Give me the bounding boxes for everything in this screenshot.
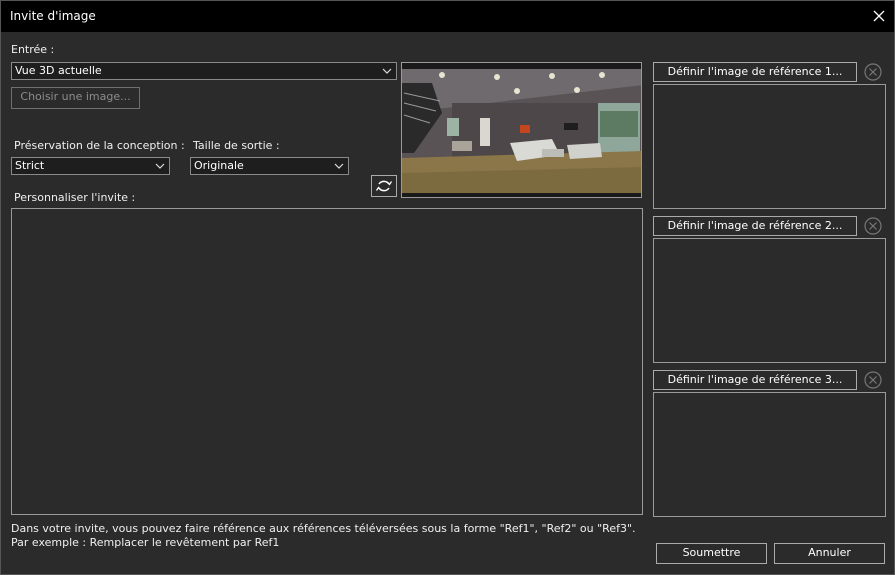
prompt-label: Personnaliser l'invite : [14, 191, 136, 204]
3d-room-preview [402, 63, 641, 197]
submit-button[interactable]: Soumettre [656, 543, 767, 564]
input-label: Entrée : [11, 43, 55, 56]
clear-circle-icon [864, 217, 882, 235]
clear-circle-icon [864, 63, 882, 81]
choose-image-button[interactable]: Choisir une image... [11, 87, 140, 109]
hint-line-2: Par exemple : Remplacer le revêtement pa… [11, 536, 280, 549]
window-title: Invite d'image [10, 9, 96, 23]
input-source-select[interactable]: Vue 3D actuelle [11, 62, 397, 80]
clear-reference-3-button[interactable] [863, 370, 883, 390]
chevron-down-icon [382, 68, 392, 74]
reference-1-image-box [653, 84, 886, 209]
output-size-value: Originale [194, 159, 244, 172]
chevron-down-icon [334, 163, 344, 169]
cancel-button[interactable]: Annuler [774, 543, 885, 564]
set-reference-3-button[interactable]: Définir l'image de référence 3... [653, 370, 857, 390]
image-prompt-dialog: Invite d'image Entrée : Vue 3D actuelle … [0, 0, 895, 575]
close-button[interactable] [870, 7, 888, 25]
preview-image [401, 62, 642, 198]
preservation-label: Préservation de la conception : [14, 139, 185, 152]
output-size-label: Taille de sortie : [193, 139, 280, 152]
reference-2-image-box [653, 238, 886, 363]
output-size-select[interactable]: Originale [190, 157, 349, 175]
set-reference-2-button[interactable]: Définir l'image de référence 2... [653, 216, 857, 236]
set-reference-1-button[interactable]: Définir l'image de référence 1... [653, 62, 857, 82]
clear-reference-2-button[interactable] [863, 216, 883, 236]
preservation-select[interactable]: Strict [11, 157, 170, 175]
refresh-icon [375, 180, 393, 192]
prompt-textarea[interactable] [11, 208, 643, 515]
hint-line-1: Dans votre invite, vous pouvez faire réf… [11, 522, 636, 535]
reference-3-image-box [653, 392, 886, 517]
clear-circle-icon [864, 371, 882, 389]
close-icon [873, 10, 885, 22]
preservation-value: Strict [15, 159, 45, 172]
input-source-value: Vue 3D actuelle [15, 64, 102, 77]
title-bar: Invite d'image [1, 1, 894, 32]
chevron-down-icon [155, 163, 165, 169]
clear-reference-1-button[interactable] [863, 62, 883, 82]
refresh-button[interactable] [371, 175, 397, 197]
